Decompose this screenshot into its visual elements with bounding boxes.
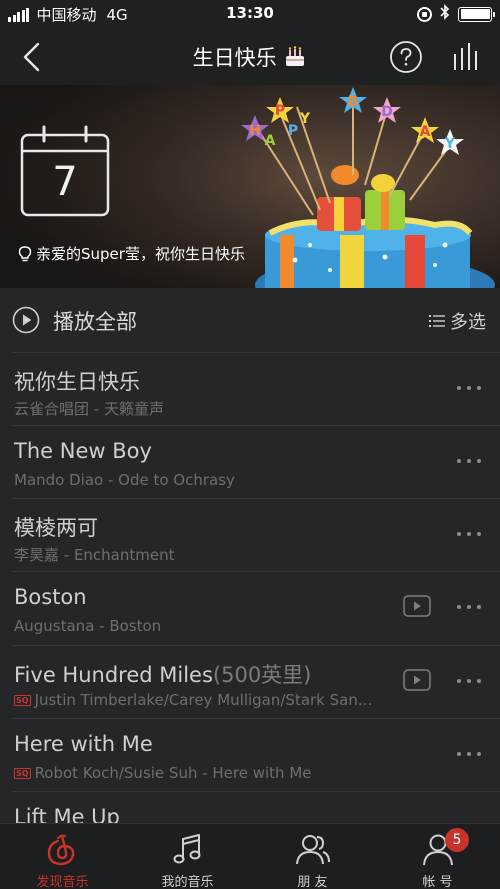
cake-letter: Y [444, 136, 456, 152]
list-icon [429, 315, 445, 327]
song-row[interactable]: 祝你生日快乐 云雀合唱团 - 天籁童声 [0, 352, 500, 425]
song-row[interactable]: Boston Augustana - Boston [0, 571, 500, 644]
song-title: Five Hundred Miles(500英里) [14, 663, 312, 687]
cake-letter: D [381, 104, 393, 120]
multi-select-button[interactable]: 多选 [428, 308, 486, 334]
birthday-cake-icon [283, 44, 307, 73]
sq-quality-badge: SQ [14, 767, 31, 779]
chevron-left-icon [23, 42, 40, 72]
more-options-icon[interactable] [452, 524, 486, 544]
song-artist-album: SQ Justin Timberlake/Carey Mulligan/Stark… [14, 691, 373, 709]
song-artist-album: Mando Diao - Ode to Ochrasy [14, 471, 235, 489]
play-all-row[interactable]: 播放全部 多选 [0, 288, 500, 352]
equalizer-bars-icon [454, 43, 477, 70]
bottom-tab-bar: 发现音乐 我的音乐 朋 友 帐 号 [0, 823, 500, 889]
friends-icon [296, 835, 330, 865]
song-title: 祝你生日快乐 [14, 370, 140, 394]
bluetooth-icon [440, 4, 450, 24]
play-all-label[interactable]: 播放全部 [53, 306, 137, 336]
more-options-icon[interactable] [452, 597, 486, 617]
status-bar: 中国移动 4G 13:30 [0, 0, 500, 28]
tab-my-music[interactable]: 我的音乐 [125, 824, 250, 889]
back-button[interactable] [14, 38, 52, 76]
greeting-label: 亲爱的Super莹，祝你生日快乐 [36, 245, 245, 263]
more-options-icon[interactable] [452, 451, 486, 471]
notification-badge: 5 [445, 828, 469, 852]
tab-discover-music[interactable]: 发现音乐 [0, 824, 125, 889]
song-title: 模棱两可 [14, 516, 98, 540]
cake-letter: H [249, 123, 261, 139]
battery-icon [458, 6, 495, 22]
mv-play-icon[interactable] [403, 669, 431, 691]
page-title: 生日快乐 [0, 42, 500, 73]
more-options-icon[interactable] [452, 744, 486, 764]
song-row[interactable]: Here with Me SQ Robot Koch/Susie Suh - He… [0, 718, 500, 791]
song-artist-album: SQ Robot Koch/Susie Suh - Here with Me [14, 764, 312, 782]
tab-label: 发现音乐 [36, 875, 89, 889]
cake-letter: P [275, 103, 285, 119]
tab-label: 朋 友 [297, 875, 328, 889]
song-title-translation: (500英里) [212, 663, 312, 687]
song-artist-album: Augustana - Boston [14, 617, 162, 635]
tab-label: 帐 号 [422, 875, 453, 889]
now-playing-button[interactable] [450, 40, 484, 74]
cake-letter: B [348, 94, 359, 110]
song-row[interactable]: Five Hundred Miles(500英里) SQ Justin Timbe… [0, 645, 500, 718]
sq-quality-badge: SQ [14, 694, 31, 706]
song-title: Here with Me [14, 732, 153, 756]
cake-letter: P [288, 123, 298, 139]
calendar-day: 7 [52, 159, 78, 205]
netease-logo-icon [47, 834, 75, 866]
cake-letter: A [265, 133, 276, 149]
mv-play-icon[interactable] [403, 595, 431, 617]
song-row[interactable]: The New Boy Mando Diao - Ode to Ochrasy [0, 425, 500, 498]
lightbulb-icon [18, 245, 32, 261]
help-button[interactable] [389, 40, 423, 74]
more-options-icon[interactable] [452, 378, 486, 398]
song-title: The New Boy [14, 439, 152, 463]
play-circle-icon [12, 306, 40, 334]
song-title: Boston [14, 585, 87, 609]
greeting-text: 亲爱的Super莹，祝你生日快乐 [18, 243, 245, 264]
song-artist-album: 云雀合唱团 - 天籁童声 [14, 400, 164, 418]
playlist-banner: H A P P Y B D A Y 7 亲爱的Super莹，祝你生日快乐 [0, 85, 500, 288]
question-circle-icon [390, 41, 422, 73]
tab-account[interactable]: 帐 号 [375, 824, 500, 889]
tab-label: 我的音乐 [161, 875, 214, 889]
page-title-text: 生日快乐 [192, 46, 277, 70]
cake-letter: A [420, 124, 431, 140]
song-artist-album: 李昊嘉 - Enchantment [14, 546, 175, 564]
rotation-lock-icon [417, 6, 432, 22]
music-note-icon [173, 834, 201, 864]
song-row[interactable]: 模棱两可 李昊嘉 - Enchantment [0, 498, 500, 571]
cake-letter: Y [299, 111, 311, 127]
multi-select-label: 多选 [450, 312, 486, 333]
birthday-cake-image: H A P P Y B D A Y [241, 87, 495, 288]
more-options-icon[interactable] [452, 671, 486, 691]
navigation-bar: 生日快乐 [0, 28, 500, 85]
tab-friends[interactable]: 朋 友 [250, 824, 375, 889]
